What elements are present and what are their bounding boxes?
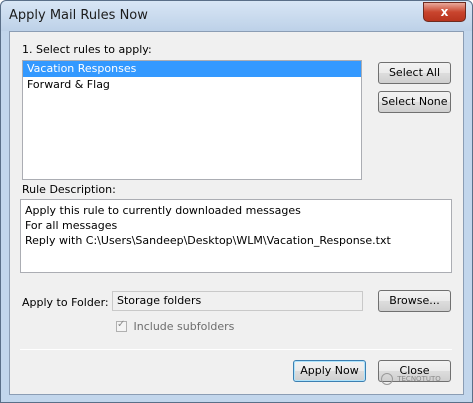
dialog-window: Apply Mail Rules Now x 1. Select rules t… bbox=[0, 0, 473, 403]
window-close-button[interactable]: x bbox=[423, 2, 466, 22]
list-item-vacation-responses[interactable]: Vacation Responses bbox=[23, 61, 361, 77]
description-line: For all messages bbox=[25, 219, 118, 232]
footer-separator bbox=[20, 349, 452, 350]
list-item-forward-flag[interactable]: Forward & Flag bbox=[23, 77, 361, 93]
watermark-logo-icon bbox=[381, 373, 393, 385]
rules-label: 1. Select rules to apply: bbox=[22, 43, 152, 56]
dialog-client-area: 1. Select rules to apply: Vacation Respo… bbox=[9, 31, 464, 395]
window-title: Apply Mail Rules Now bbox=[9, 8, 148, 23]
description-line: Reply with C:\Users\Sandeep\Desktop\WLM\… bbox=[25, 234, 391, 247]
apply-to-folder-label: Apply to Folder: bbox=[22, 296, 109, 309]
include-subfolders-checkbox bbox=[116, 319, 127, 332]
browse-button[interactable]: Browse... bbox=[378, 290, 451, 312]
rule-description-box[interactable]: Apply this rule to currently downloaded … bbox=[20, 199, 452, 273]
select-all-button[interactable]: Select All bbox=[378, 62, 451, 84]
rules-listbox[interactable]: Vacation Responses Forward & Flag bbox=[22, 60, 362, 180]
watermark-text: TECNOTUTO bbox=[397, 375, 441, 383]
apply-now-button[interactable]: Apply Now bbox=[293, 360, 366, 382]
title-bar[interactable]: Apply Mail Rules Now x bbox=[1, 1, 472, 31]
description-line: Apply this rule to currently downloaded … bbox=[25, 204, 301, 217]
watermark: TECNOTUTO bbox=[381, 373, 441, 385]
include-subfolders-row: Include subfolders bbox=[116, 319, 235, 333]
select-none-button[interactable]: Select None bbox=[378, 91, 451, 113]
include-subfolders-label: Include subfolders bbox=[133, 320, 235, 333]
folder-field: Storage folders bbox=[112, 291, 363, 311]
rule-description-label: Rule Description: bbox=[22, 183, 116, 196]
